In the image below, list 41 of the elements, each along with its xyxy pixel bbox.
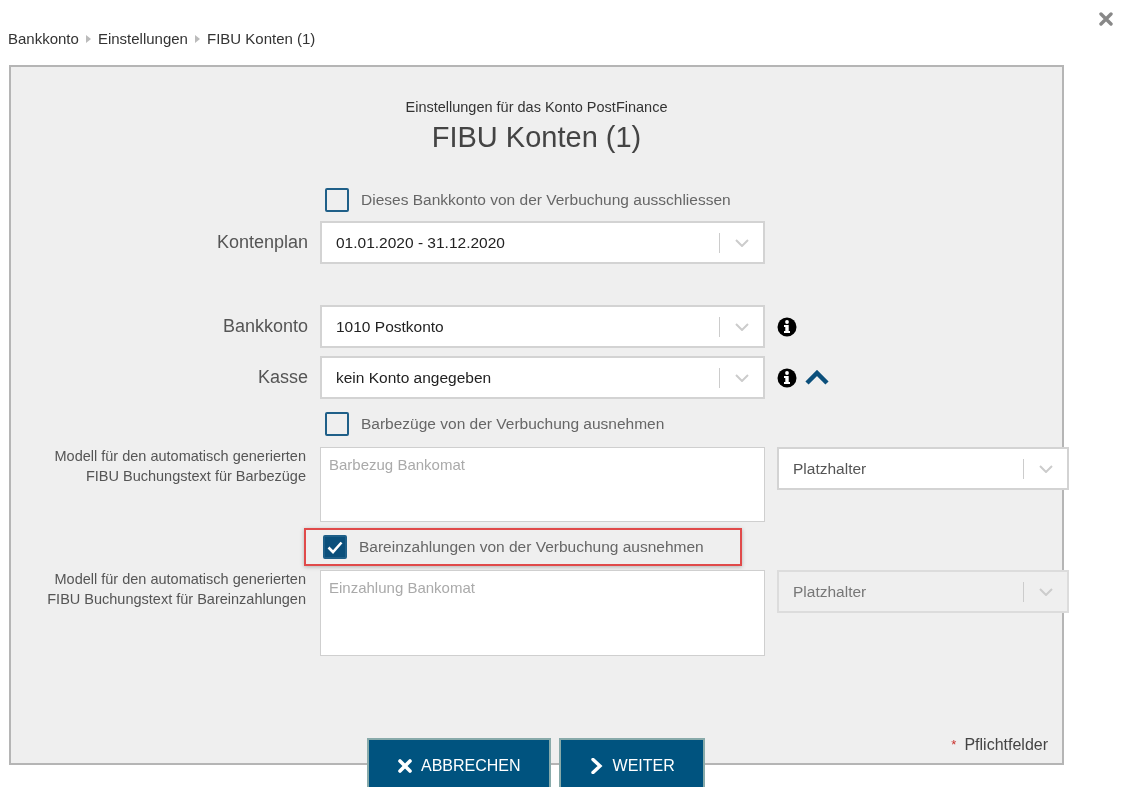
required-note: Pflichtfelder (964, 734, 1048, 755)
breadcrumb-current: FIBU Konten (1) (206, 29, 316, 49)
field-label: Modell für den automatisch generierten FIBU Buchungstext für Bareinzahlungen (46, 570, 307, 609)
checkbox-label: Dieses Bankkonto von der Verbuchung ausschliessen (361, 190, 731, 211)
close-icon[interactable] (1099, 12, 1113, 26)
info-icon[interactable] (777, 316, 797, 337)
checkbox-label: Bareinzahlungen von der Verbuchung ausnehmen (359, 537, 704, 558)
breadcrumb-link[interactable]: Bankkonto (8, 28, 79, 51)
select-field: Platzhalter (777, 570, 1069, 614)
select-field[interactable]: 1010 Postkonto (320, 305, 765, 349)
text-area[interactable]: Einzahlung Bankomat (320, 570, 765, 657)
select-field[interactable]: kein Konto angegeben (320, 356, 765, 400)
text-area[interactable]: Barbezug Bankomat (320, 447, 765, 523)
field-label: Modell für den automatisch generierten FIBU Buchungstext für Barbezüge (53, 447, 307, 486)
dialog-subtitle: Einstellungen für das Konto PostFinance (404, 97, 669, 117)
caret-icon (85, 35, 91, 44)
checkmark-icon (327, 540, 343, 554)
checkbox[interactable] (323, 535, 347, 560)
checkbox[interactable] (325, 188, 349, 213)
chevron-down-icon (735, 322, 749, 331)
chevron-down-icon (735, 373, 749, 382)
checkbox-label: Barbezüge von der Verbuchung ausnehmen (361, 414, 665, 435)
field-label: Kontenplan (215, 231, 308, 255)
cancel-button[interactable]: ABBRECHEN (367, 737, 551, 787)
info-icon[interactable] (777, 367, 797, 388)
caret-icon (194, 35, 200, 44)
dialog-title: FIBU Konten (1) (430, 120, 643, 156)
select-field[interactable]: Platzhalter (777, 447, 1069, 491)
next-button[interactable]: WEITER (558, 737, 705, 787)
breadcrumb-link[interactable]: Einstellungen (97, 28, 188, 51)
chevron-down-icon (1039, 587, 1053, 596)
chevron-down-icon (1039, 464, 1053, 473)
chevron-up-icon[interactable] (805, 370, 829, 386)
chevron-right-icon (588, 757, 605, 774)
chevron-down-icon (735, 238, 749, 247)
select-field[interactable]: 01.01.2020 - 31.12.2020 (320, 221, 765, 265)
required-marker: * (951, 735, 957, 754)
checkbox[interactable] (325, 412, 349, 437)
field-label: Bankkonto (221, 315, 308, 339)
close-icon (397, 757, 413, 774)
field-label: Kasse (256, 366, 308, 390)
